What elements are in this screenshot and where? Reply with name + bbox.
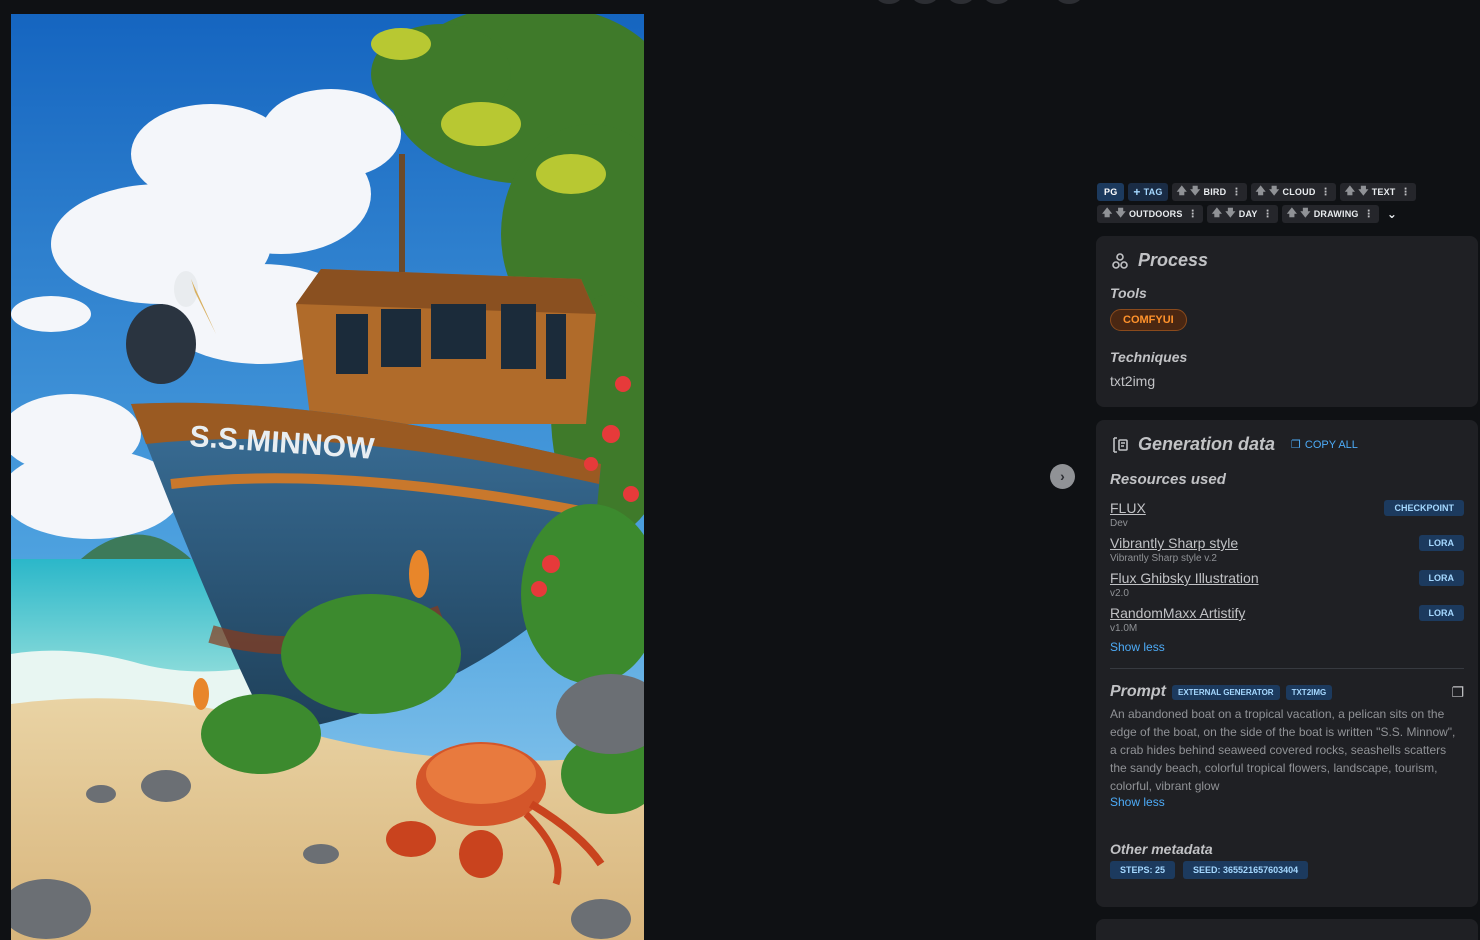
rating-badge[interactable]: PG bbox=[1097, 183, 1125, 201]
upvote-icon[interactable]: 🡅 bbox=[1212, 206, 1222, 223]
tag-label: TEXT bbox=[1371, 187, 1396, 197]
resource-version: v1.0M bbox=[1110, 623, 1138, 634]
resource-link[interactable]: Flux Ghibsky Illustration bbox=[1110, 570, 1259, 586]
toolbar-button[interactable] bbox=[984, 0, 1010, 4]
seed-badge: SEED: 365521657603404 bbox=[1183, 861, 1309, 879]
toolbar-button[interactable] bbox=[912, 0, 938, 4]
process-icon bbox=[1110, 251, 1130, 271]
downvote-icon[interactable]: 🡇 bbox=[1225, 206, 1235, 223]
downvote-icon[interactable]: 🡇 bbox=[1269, 184, 1279, 201]
more-icon[interactable]: ⋮ bbox=[1364, 209, 1374, 220]
more-icon[interactable]: ⋮ bbox=[1263, 209, 1273, 220]
show-less-resources-link[interactable]: Show less bbox=[1110, 640, 1464, 654]
add-tag-button[interactable]: + TAG bbox=[1128, 183, 1168, 201]
toolbar-button[interactable] bbox=[876, 0, 902, 4]
tag-chip[interactable]: 🡅 🡇 BIRD ⋮ bbox=[1171, 183, 1247, 201]
resource-link[interactable]: Vibrantly Sharp style bbox=[1110, 535, 1238, 551]
copy-all-label: COPY ALL bbox=[1304, 438, 1358, 451]
upvote-icon[interactable]: 🡅 bbox=[1287, 206, 1297, 223]
upvote-icon[interactable]: 🡅 bbox=[1345, 184, 1355, 201]
tag-label: DRAWING bbox=[1313, 209, 1359, 219]
tag-label: OUTDOORS bbox=[1128, 209, 1183, 219]
tag-chip[interactable]: 🡅 🡇 DRAWING ⋮ bbox=[1281, 205, 1379, 223]
upvote-icon[interactable]: 🡅 bbox=[1256, 184, 1266, 201]
upvote-icon[interactable]: 🡅 bbox=[1102, 206, 1112, 223]
tag-chip[interactable]: 🡅 🡇 DAY ⋮ bbox=[1206, 205, 1278, 223]
prompt-text: An abandoned boat on a tropical vacation… bbox=[1110, 707, 1456, 793]
copy-icon: ❐ bbox=[1291, 439, 1301, 451]
downvote-icon[interactable]: 🡇 bbox=[1358, 184, 1368, 201]
tag-chip[interactable]: 🡅 🡇 OUTDOORS ⋮ bbox=[1097, 205, 1203, 223]
tag-chip[interactable]: 🡅 🡇 CLOUD ⋮ bbox=[1250, 183, 1336, 201]
resource-type-badge: CHECKPOINT bbox=[1384, 500, 1464, 516]
generated-image[interactable]: S.S.MINNOW bbox=[11, 14, 644, 940]
prompt-badge: EXTERNAL GENERATOR bbox=[1172, 684, 1280, 700]
more-icon[interactable]: ⋮ bbox=[1401, 187, 1411, 198]
steps-badge: STEPS: 25 bbox=[1110, 861, 1176, 879]
resource-link[interactable]: FLUX bbox=[1110, 500, 1146, 516]
plus-icon: + bbox=[1133, 185, 1141, 199]
generation-data-icon bbox=[1110, 435, 1130, 455]
resource-item: Vibrantly Sharp style Vibrantly Sharp sty… bbox=[1110, 535, 1464, 564]
artwork-illustration: S.S.MINNOW bbox=[11, 14, 644, 940]
image-detail-page: S.S.MINNOW › PG + TAG 🡅 🡇 BIRD ⋮ 🡅 🡇 CLO… bbox=[0, 0, 1480, 940]
resource-version: Vibrantly Sharp style v.2 bbox=[1110, 553, 1217, 564]
downvote-icon[interactable]: 🡇 bbox=[1115, 206, 1125, 223]
downvote-icon[interactable]: 🡇 bbox=[1190, 184, 1200, 201]
add-tag-label: TAG bbox=[1143, 187, 1163, 197]
downvote-icon[interactable]: 🡇 bbox=[1300, 206, 1310, 223]
next-section-card bbox=[1096, 919, 1478, 940]
chevron-right-icon: › bbox=[1060, 468, 1065, 484]
tools-label: Tools bbox=[1110, 285, 1147, 301]
resources-label: Resources used bbox=[1110, 471, 1226, 488]
process-title: Process bbox=[1138, 250, 1209, 270]
process-card: Process Tools COMFYUI Techniques txt2img bbox=[1096, 236, 1478, 407]
next-image-button[interactable]: › bbox=[1050, 464, 1075, 489]
resource-item: FLUX Dev CHECKPOINT bbox=[1110, 500, 1464, 529]
upvote-icon[interactable]: 🡅 bbox=[1177, 184, 1187, 201]
resource-type-badge: LORA bbox=[1418, 570, 1464, 586]
tag-label: BIRD bbox=[1203, 187, 1227, 197]
tag-label: CLOUD bbox=[1282, 187, 1316, 197]
prompt-label: Prompt bbox=[1110, 683, 1166, 700]
chevron-down-icon[interactable]: ⌄ bbox=[1387, 207, 1397, 221]
toolbar-button[interactable] bbox=[948, 0, 974, 4]
resource-version: Dev bbox=[1110, 518, 1128, 529]
resource-type-badge: LORA bbox=[1418, 535, 1464, 551]
prompt-badge: TXT2IMG bbox=[1285, 684, 1333, 700]
more-icon[interactable]: ⋮ bbox=[1188, 209, 1198, 220]
technique-value: txt2img bbox=[1110, 373, 1156, 389]
resource-item: RandomMaxx Artistify v1.0M LORA bbox=[1110, 605, 1464, 634]
copy-all-button[interactable]: ❐ COPY ALL bbox=[1291, 438, 1358, 452]
resource-version: v2.0 bbox=[1110, 588, 1129, 599]
resource-link[interactable]: RandomMaxx Artistify bbox=[1110, 605, 1245, 621]
tag-chip[interactable]: 🡅 🡇 TEXT ⋮ bbox=[1339, 183, 1416, 201]
resource-type-badge: LORA bbox=[1418, 605, 1464, 621]
generation-title: Generation data bbox=[1138, 434, 1276, 454]
tag-list: PG + TAG 🡅 🡇 BIRD ⋮ 🡅 🡇 CLOUD ⋮ 🡅 🡇 TEXT ⋮ 🡅 🡇 … bbox=[1097, 183, 1457, 223]
techniques-label: Techniques bbox=[1110, 349, 1188, 365]
more-icon[interactable]: ⋮ bbox=[1321, 187, 1331, 198]
divider bbox=[1110, 668, 1464, 669]
tag-label: DAY bbox=[1238, 209, 1258, 219]
more-icon[interactable]: ⋮ bbox=[1231, 187, 1241, 198]
resource-item: Flux Ghibsky Illustration v2.0 LORA bbox=[1110, 570, 1464, 599]
generation-data-card: Generation data ❐ COPY ALL Resources use… bbox=[1096, 420, 1478, 907]
tool-badge[interactable]: COMFYUI bbox=[1110, 309, 1187, 331]
toolbar-button[interactable] bbox=[1056, 0, 1082, 4]
copy-icon[interactable]: ❐ bbox=[1451, 684, 1464, 701]
other-metadata-label: Other metadata bbox=[1110, 841, 1213, 857]
show-less-prompt-link[interactable]: Show less bbox=[1110, 795, 1464, 809]
